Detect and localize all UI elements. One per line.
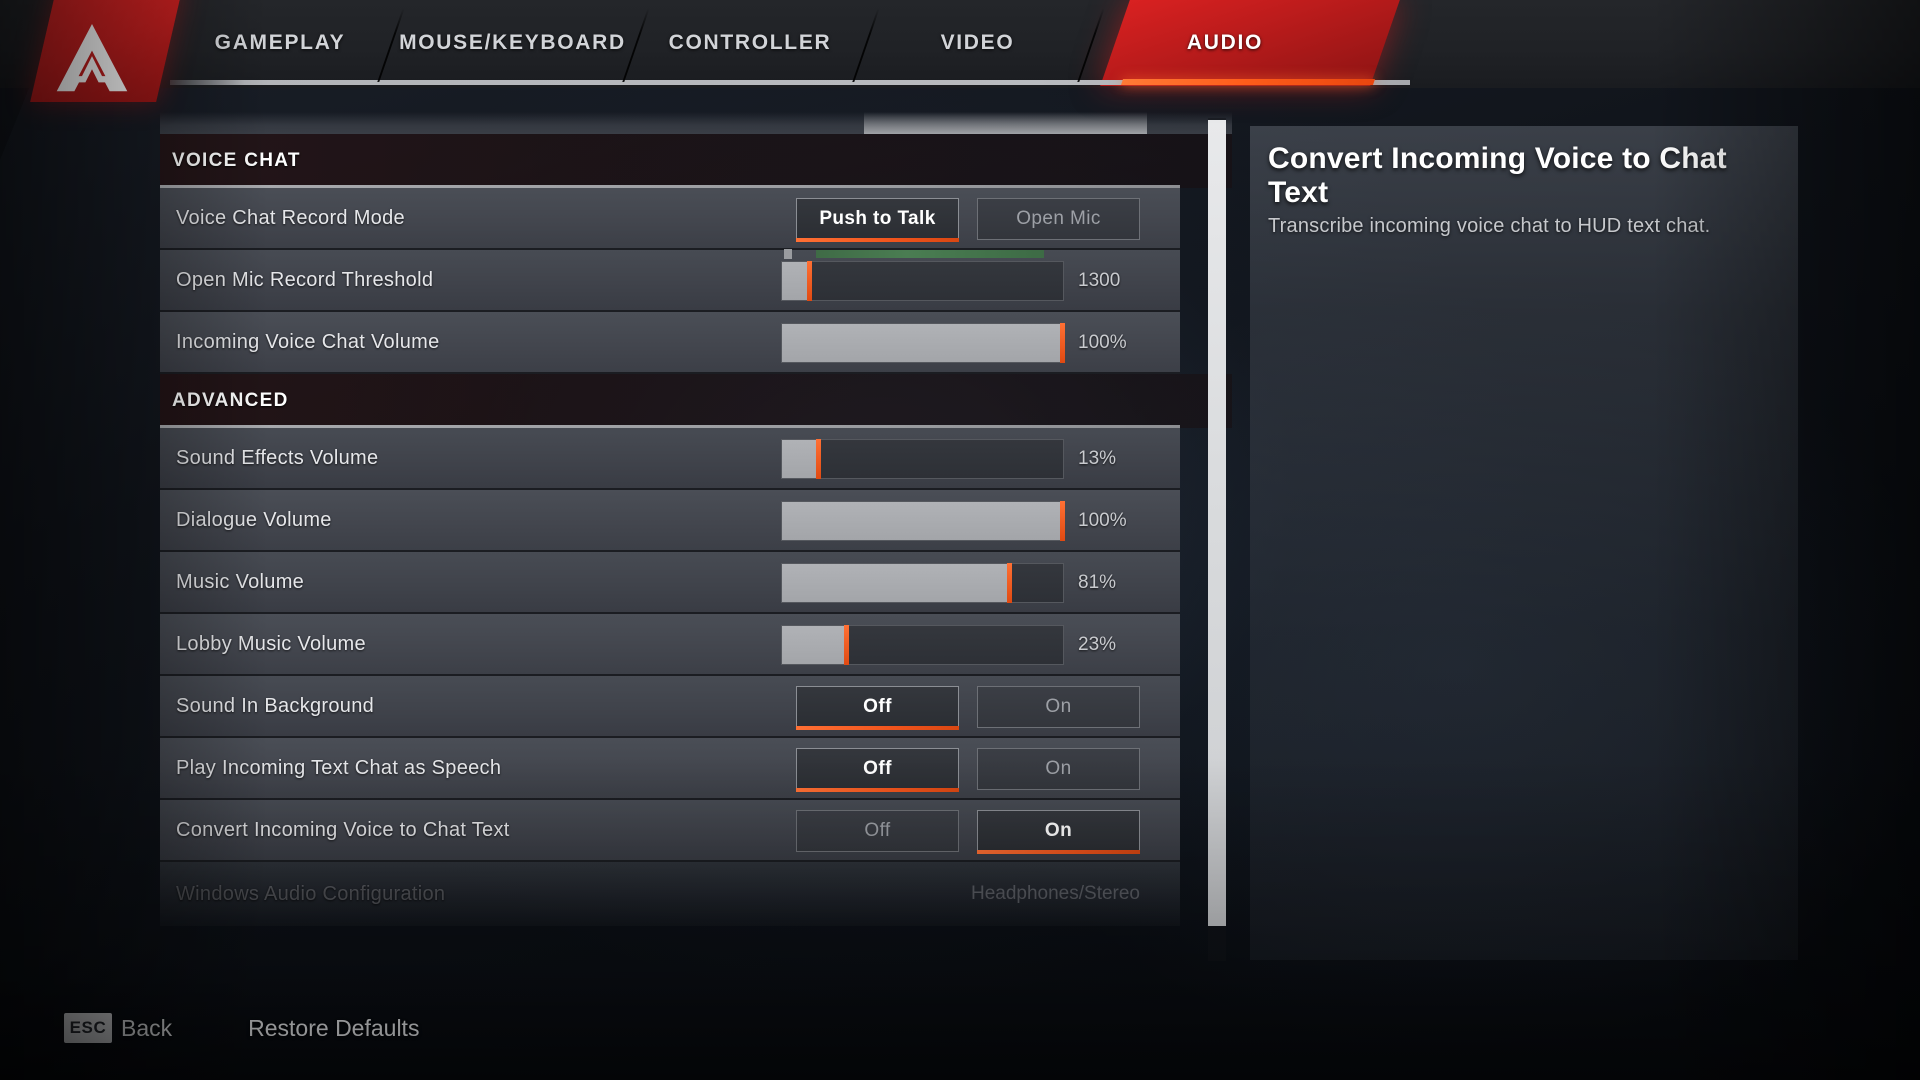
slider-value-label: 13% [1078, 448, 1117, 469]
esc-key-badge: ESC [64, 1013, 112, 1043]
segmented-control: Off On [796, 738, 1140, 800]
settings-row[interactable]: Voice Chat Record Mode Push to Talk Open M… [160, 188, 1180, 250]
slider-fill [782, 262, 811, 300]
settings-row[interactable]: Sound Effects Volume 13% [160, 428, 1180, 490]
footer-bar: ESC Back Restore Defaults [0, 976, 1920, 1080]
slider-handle[interactable] [1006, 563, 1012, 603]
mic-level-meter [782, 248, 1065, 260]
option-button-off[interactable]: Off [796, 686, 959, 730]
setting-label: Voice Chat Record Mode [176, 206, 405, 229]
back-button[interactable]: Back [121, 1015, 172, 1042]
partially-scrolled-slider [864, 112, 1147, 134]
slider-control: 100% [781, 312, 1140, 374]
section-heading-advanced: ADVANCED [160, 374, 1232, 428]
slider-fill [782, 440, 819, 478]
tab-audio[interactable]: AUDIO [1090, 0, 1360, 86]
slider-control: 81% [781, 552, 1140, 614]
option-button-push-to-talk[interactable]: Push to Talk [796, 198, 959, 242]
slider-fill [782, 564, 1010, 602]
info-panel-title: Convert Incoming Voice to Chat Text [1268, 142, 1727, 209]
settings-row[interactable]: Open Mic Record Threshold 1300 [160, 249, 1180, 312]
slider-value-label: 100% [1078, 332, 1127, 353]
slider-value-label: 100% [1078, 510, 1127, 531]
partially-scrolled-row [160, 112, 1232, 134]
settings-sections: VOICE CHAT Voice Chat Record Mode Push to … [160, 134, 1232, 926]
top-navigation-bar: GAMEPLAY MOUSE/KEYBOARD CONTROLLER VIDEO AUD… [0, 0, 1920, 88]
segmented-control: Off On [796, 800, 1140, 862]
slider-fill [782, 324, 1063, 362]
setting-label: Incoming Voice Chat Volume [176, 330, 440, 353]
slider-handle[interactable] [1060, 323, 1065, 363]
setting-label: Dialogue Volume [176, 508, 332, 531]
apex-logo-icon [56, 24, 128, 92]
setting-label: Music Volume [176, 570, 305, 593]
setting-value-text: Headphones/Stereo [970, 883, 1140, 904]
option-button-on[interactable]: On [977, 810, 1140, 854]
slider-handle[interactable] [807, 261, 813, 301]
restore-defaults-button[interactable]: Restore Defaults [248, 1015, 419, 1042]
slider-fill [782, 502, 1063, 540]
settings-row: Windows Audio Configuration Headphones/St… [160, 862, 1180, 926]
tab-mouse-keyboard[interactable]: MOUSE/KEYBOARD [390, 0, 635, 86]
slider-handle[interactable] [843, 625, 849, 665]
setting-label: Play Incoming Text Chat as Speech [176, 756, 502, 779]
slider-control: 1300 [781, 249, 1140, 312]
volume-slider[interactable] [781, 501, 1065, 541]
volume-slider[interactable] [781, 625, 1064, 665]
slider-control: 13% [781, 428, 1140, 490]
section-heading-voice-chat: VOICE CHAT [160, 134, 1232, 188]
settings-row[interactable]: Convert Incoming Voice to Chat Text Off On [160, 800, 1180, 862]
settings-scrollbar-track[interactable] [1208, 118, 1226, 961]
slider-fill [782, 626, 847, 664]
volume-slider[interactable] [781, 439, 1064, 479]
mic-meter-tick [784, 249, 792, 259]
settings-scroll-pane[interactable]: VOICE CHAT Voice Chat Record Mode Push to … [160, 112, 1232, 967]
info-panel: Convert Incoming Voice to Chat Text Tran… [1250, 126, 1798, 960]
segmented-control: Push to Talk Open Mic [796, 188, 1140, 250]
volume-slider[interactable] [781, 563, 1064, 603]
mic-meter-bar [816, 250, 1044, 258]
slider-value-label: 1300 [1078, 270, 1121, 291]
slider-control: 100% [781, 490, 1140, 552]
settings-row[interactable]: Music Volume 81% [160, 552, 1180, 614]
option-button-open-mic[interactable]: Open Mic [977, 198, 1140, 240]
slider-value-label: 23% [1078, 634, 1117, 655]
segmented-control: Off On [796, 676, 1140, 738]
tab-video[interactable]: VIDEO [865, 0, 1090, 86]
slider-handle[interactable] [815, 439, 821, 479]
settings-row[interactable]: Sound In Background Off On [160, 676, 1180, 738]
nav-tabs: GAMEPLAY MOUSE/KEYBOARD CONTROLLER VIDEO AUD… [170, 0, 1420, 88]
settings-row[interactable]: Lobby Music Volume 23% [160, 614, 1180, 676]
setting-label: Convert Incoming Voice to Chat Text [176, 818, 510, 841]
option-button-off[interactable]: Off [796, 810, 959, 852]
slider-control: 23% [781, 614, 1140, 676]
info-panel-description: Transcribe incoming voice chat to HUD te… [1268, 215, 1711, 238]
settings-row[interactable]: Dialogue Volume 100% [160, 490, 1180, 552]
option-button-on[interactable]: On [977, 686, 1140, 728]
option-button-on[interactable]: On [977, 748, 1140, 790]
option-button-off[interactable]: Off [796, 748, 959, 792]
slider-handle[interactable] [1060, 501, 1065, 541]
apex-settings-screen: GAMEPLAY MOUSE/KEYBOARD CONTROLLER VIDEO AUD… [0, 0, 1920, 1080]
tab-gameplay[interactable]: GAMEPLAY [170, 0, 390, 86]
setting-label: Sound Effects Volume [176, 446, 379, 469]
setting-label: Windows Audio Configuration [176, 882, 446, 905]
setting-label: Open Mic Record Threshold [176, 268, 434, 291]
volume-slider[interactable] [781, 249, 1064, 301]
setting-label: Sound In Background [176, 694, 375, 717]
settings-row[interactable]: Incoming Voice Chat Volume 100% [160, 312, 1180, 374]
tab-controller[interactable]: CONTROLLER [635, 0, 865, 86]
volume-slider[interactable] [781, 323, 1065, 363]
settings-scrollbar-thumb[interactable] [1208, 120, 1226, 926]
slider-value-label: 81% [1078, 572, 1117, 593]
setting-label: Lobby Music Volume [176, 632, 366, 655]
settings-row[interactable]: Play Incoming Text Chat as Speech Off On [160, 738, 1180, 800]
